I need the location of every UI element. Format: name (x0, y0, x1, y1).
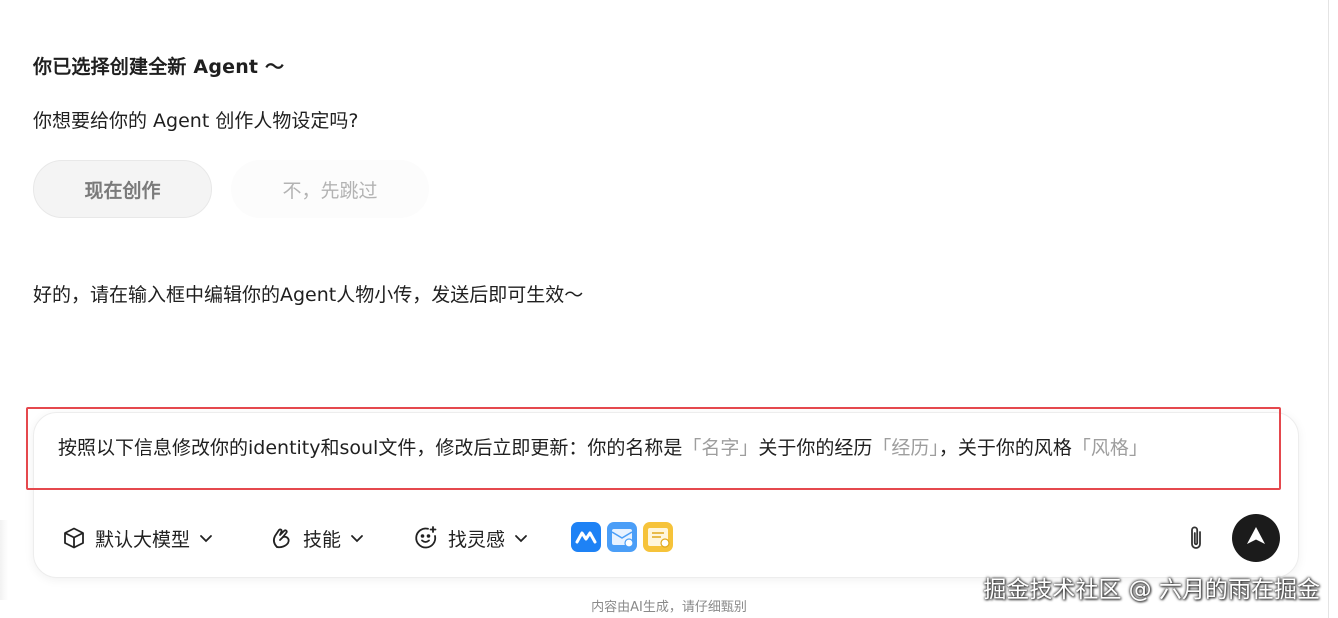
smile-icon (413, 525, 439, 551)
app-icon-note[interactable] (643, 522, 673, 552)
skill-hand-icon (270, 526, 294, 550)
chevron-down-icon (513, 530, 529, 546)
send-button[interactable] (1232, 514, 1280, 562)
app-icon-mail[interactable] (607, 522, 637, 552)
cube-icon (62, 526, 86, 550)
side-shadow (0, 520, 8, 600)
chevron-down-icon (198, 530, 214, 546)
skills-selector[interactable]: 技能 (270, 520, 365, 556)
message-title: 你已选择创建全新 Agent 〜 (33, 56, 285, 78)
create-now-button[interactable]: 现在创作 (33, 160, 212, 218)
send-arrow-icon (1245, 525, 1267, 551)
scrollbar-track[interactable] (1328, 0, 1329, 618)
inspiration-label: 找灵感 (448, 528, 506, 551)
message-question: 你想要给你的 Agent 创作人物设定吗? (33, 110, 359, 132)
chevron-down-icon (349, 530, 365, 546)
model-selector[interactable]: 默认大模型 (62, 520, 214, 556)
skills-label: 技能 (303, 528, 342, 551)
app-icon-blue[interactable] (571, 522, 601, 552)
assistant-reply: 好的，请在输入框中编辑你的Agent人物小传，发送后即可生效〜 (33, 284, 584, 306)
highlight-annotation (26, 407, 1281, 490)
watermark: 掘金技术社区 @ 六月的雨在掘金 (983, 577, 1320, 603)
inspiration-selector[interactable]: 找灵感 (413, 520, 529, 556)
chat-page: 你已选择创建全新 Agent 〜 你想要给你的 Agent 创作人物设定吗? 现… (0, 0, 1338, 618)
skip-button[interactable]: 不，先跳过 (231, 160, 429, 218)
model-label: 默认大模型 (95, 528, 191, 551)
paperclip-icon[interactable] (1183, 523, 1209, 553)
